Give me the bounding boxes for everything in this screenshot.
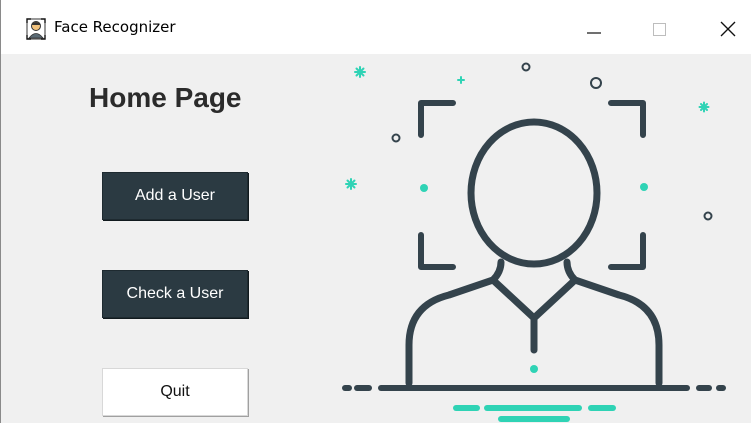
close-button[interactable] bbox=[705, 9, 751, 49]
check-user-button[interactable]: Check a User bbox=[102, 270, 248, 318]
sparkle-icons bbox=[345, 66, 710, 190]
minimize-button[interactable] bbox=[571, 9, 617, 49]
maximize-icon bbox=[653, 23, 666, 36]
body-outline bbox=[405, 258, 663, 387]
minimize-icon bbox=[587, 32, 601, 34]
add-user-button[interactable]: Add a User bbox=[102, 172, 248, 220]
teal-accent-lines bbox=[453, 405, 616, 422]
maximize-button[interactable] bbox=[637, 9, 683, 49]
head-outline bbox=[467, 118, 601, 268]
close-icon bbox=[720, 21, 736, 37]
app-icon bbox=[26, 18, 46, 40]
ring-icons bbox=[391, 62, 713, 221]
scan-frame-icon bbox=[418, 100, 646, 270]
page-title: Home Page bbox=[89, 82, 242, 113]
app-window: Face Recognizer Home Page Add a User Che… bbox=[0, 0, 751, 423]
title-bar[interactable]: Face Recognizer bbox=[1, 0, 751, 54]
face-recognition-illustration-icon bbox=[342, 62, 726, 422]
teal-dot bbox=[530, 365, 538, 373]
window-title: Face Recognizer bbox=[54, 18, 176, 36]
quit-button[interactable]: Quit bbox=[102, 368, 248, 416]
